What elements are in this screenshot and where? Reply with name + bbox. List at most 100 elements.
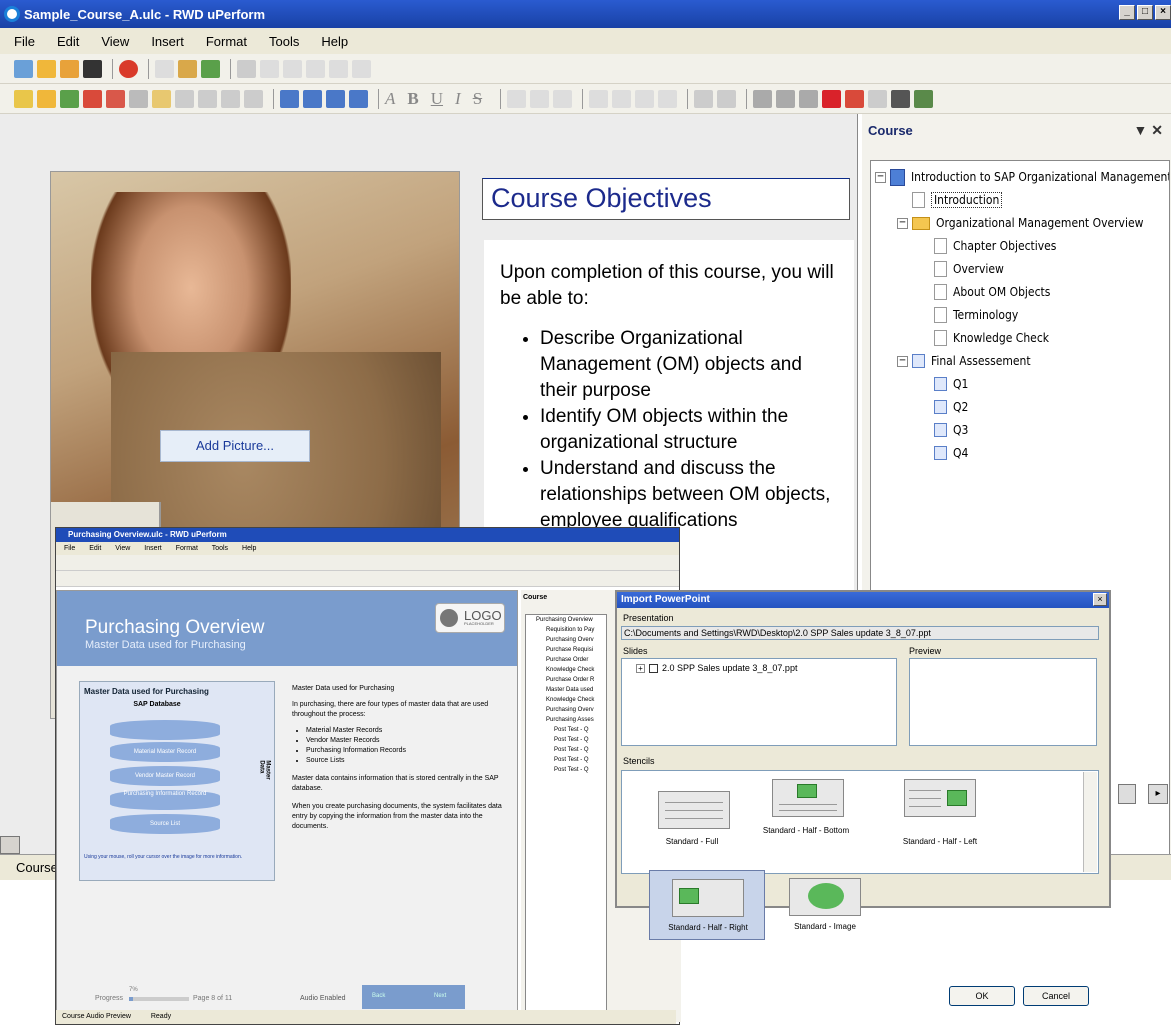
cancel-button[interactable]: Cancel [1023,986,1089,1006]
maximize-button[interactable]: □ [1137,5,1153,20]
inner-tree-item[interactable]: Post Test - Q [526,735,606,745]
collapse-icon[interactable]: − [897,217,908,229]
inner-tree-item[interactable]: Purchase Requisi [526,645,606,655]
print-icon[interactable] [155,59,174,78]
publish-icon[interactable] [178,59,197,78]
inner-tree-item[interactable]: Purchasing Overview [526,615,606,625]
view4-icon[interactable] [349,89,368,108]
panel-menu-icon[interactable]: ▼ ✕ [1134,122,1163,139]
save-icon[interactable] [83,59,102,78]
redo-icon[interactable] [868,89,888,108]
scroll-right-button[interactable]: ▸ [1148,784,1168,804]
inner-tree-item[interactable]: Master Data used [526,685,606,695]
copy-icon[interactable] [329,59,348,78]
next-button[interactable]: Next [434,993,446,999]
page-icon[interactable] [152,89,171,108]
collapse-icon[interactable]: − [897,355,908,367]
sound-icon[interactable] [129,89,148,108]
menu-insert[interactable]: Insert [151,34,184,49]
page4-icon[interactable] [244,89,263,108]
close-button[interactable]: × [1155,5,1171,20]
view1-icon[interactable] [280,89,299,108]
inner-menu-view[interactable]: View [115,545,130,552]
open-icon[interactable] [60,59,79,78]
expand-icon[interactable]: + [636,663,645,673]
tree-item[interactable]: Introduction [912,190,1003,210]
slide-title[interactable]: Course Objectives [482,178,850,220]
scroll-left-button[interactable] [0,836,20,854]
tree-item[interactable]: Q1 [934,374,968,394]
tree-item[interactable]: Q3 [934,420,968,440]
tree-item[interactable]: Q4 [934,443,968,463]
tree-item[interactable]: − Organizational Management Overview [897,213,1143,233]
new-page-icon[interactable] [14,89,33,108]
inner-menu-tools[interactable]: Tools [212,545,228,552]
align-left-icon[interactable] [507,89,527,108]
font-color-button[interactable]: A [385,89,395,109]
doc-icon[interactable] [260,59,279,78]
inner-tree-item[interactable]: Post Test - Q [526,745,606,755]
inner-menu-edit[interactable]: Edit [89,545,101,552]
page2-icon[interactable] [175,89,194,108]
lightning-icon[interactable] [221,89,240,108]
stencil-standard-half-left[interactable] [904,779,976,817]
slides-checkbox[interactable] [649,663,658,673]
inner-tree-item[interactable]: Purchasing Overv [526,635,606,645]
db-record[interactable]: Source List [110,814,220,834]
find-icon[interactable] [891,89,911,108]
minimize-button[interactable]: _ [1119,5,1135,20]
inner-tree-item[interactable]: Purchase Order R [526,675,606,685]
tree-item[interactable]: About OM Objects [934,282,1050,302]
paste2-icon[interactable] [799,89,819,108]
view2-icon[interactable] [303,89,322,108]
menu-format[interactable]: Format [206,34,247,49]
add-picture-button[interactable]: Add Picture... [160,430,310,462]
italic-button[interactable]: I [455,89,461,109]
tree-item[interactable]: Chapter Objectives [934,236,1056,256]
menu-file[interactable]: File [14,34,35,49]
tree-item[interactable]: Overview [934,259,1004,279]
inner-menu-insert[interactable]: Insert [144,545,162,552]
inner-tree-item[interactable]: Post Test - Q [526,725,606,735]
menu-tools[interactable]: Tools [269,34,299,49]
quiz-add-icon[interactable] [106,89,125,108]
collapse-icon[interactable]: − [875,171,886,183]
status-tab-course[interactable]: Course [16,860,58,875]
copy2-icon[interactable] [776,89,796,108]
db-record[interactable]: Material Master Record [110,742,220,762]
indent-icon[interactable] [635,89,655,108]
inner-tree-item[interactable]: Purchasing Asses [526,715,606,725]
publish-all-icon[interactable] [201,59,220,78]
open-web-icon[interactable] [14,59,33,78]
view3-icon[interactable] [326,89,345,108]
inner-menu-format[interactable]: Format [176,545,198,552]
align-center-icon[interactable] [530,89,550,108]
delete-icon[interactable] [822,89,842,108]
tree-item[interactable]: − Introduction to SAP Organizational Mana… [875,167,1169,187]
spellcheck-icon[interactable] [914,89,934,108]
subscript-icon[interactable] [694,89,714,108]
doc2-icon[interactable] [283,59,302,78]
db-record[interactable]: Purchasing Information Record [110,790,220,810]
presentation-path-field[interactable]: C:\Documents and Settings\RWD\Desktop\2.… [621,626,1099,640]
ok-button[interactable]: OK [949,986,1015,1006]
slides-item[interactable]: + 2.0 SPP Sales update 3_8_07.ppt [622,659,896,673]
tree-item[interactable]: Q2 [934,397,968,417]
record-icon[interactable] [119,59,138,78]
tree-item[interactable]: Terminology [934,305,1018,325]
bullets-icon[interactable] [589,89,609,108]
inner-menu-file[interactable]: File [64,545,75,552]
paste-icon[interactable] [352,59,371,78]
page3-icon[interactable] [198,89,217,108]
inner-tree-item[interactable]: Knowledge Check [526,695,606,705]
menu-edit[interactable]: Edit [57,34,79,49]
stencils-scrollbar[interactable] [1083,772,1097,872]
inner-menu-help[interactable]: Help [242,545,256,552]
bold-button[interactable]: B [407,89,418,109]
stencil-selected[interactable]: Standard - Half - Right [649,870,765,940]
outdent-icon[interactable] [658,89,678,108]
align-right-icon[interactable] [553,89,573,108]
scroll-button[interactable] [1118,784,1136,804]
strikethrough-button[interactable]: S [473,89,482,109]
doc3-icon[interactable] [306,59,325,78]
